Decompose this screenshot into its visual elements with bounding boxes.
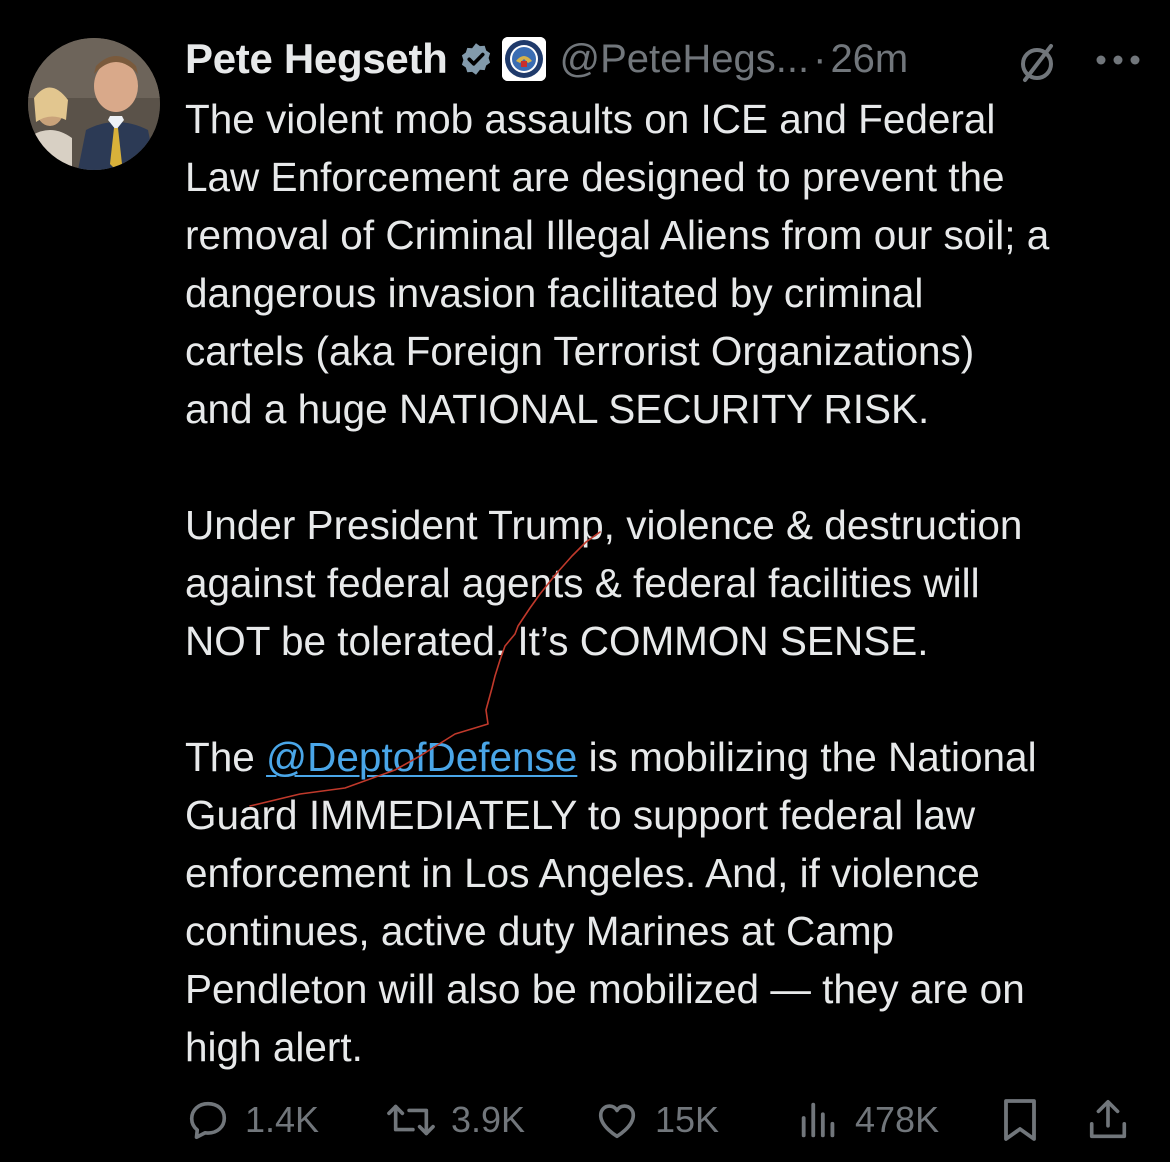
share-button[interactable] xyxy=(1085,1090,1131,1150)
post-line: and a huge NATIONAL SECURITY RISK. xyxy=(185,386,930,432)
views-icon xyxy=(797,1097,841,1143)
reply-icon xyxy=(185,1097,231,1143)
repost-count: 3.9K xyxy=(451,1099,526,1140)
bookmark-button[interactable] xyxy=(1000,1090,1040,1150)
post-line: removal of Criminal Illegal Aliens from … xyxy=(185,212,1050,258)
avatar[interactable] xyxy=(28,38,160,170)
post-line: Law Enforcement are designed to prevent … xyxy=(185,154,1005,200)
mention-link[interactable]: @DeptofDefense xyxy=(266,734,577,780)
separator: · xyxy=(813,36,827,81)
views-button[interactable]: 478K xyxy=(797,1090,939,1150)
action-bar: 1.4K 3.9K 15K 478K xyxy=(185,1090,1145,1150)
reply-count: 1.4K xyxy=(245,1099,320,1140)
post-text: The violent mob assaults on ICE and Fede… xyxy=(185,90,1160,1076)
post-line: The @DeptofDefense is mobilizing the Nat… xyxy=(185,728,1160,786)
like-button[interactable]: 15K xyxy=(593,1090,719,1150)
verified-badge-icon[interactable] xyxy=(458,41,494,77)
display-name[interactable]: Pete Hegseth xyxy=(185,35,448,83)
bookmark-icon xyxy=(1000,1096,1040,1144)
reply-button[interactable]: 1.4K xyxy=(185,1090,319,1150)
like-count: 15K xyxy=(655,1099,720,1140)
grok-icon[interactable] xyxy=(1015,40,1059,84)
post-line: high alert. xyxy=(185,1024,363,1070)
post-line: The violent mob assaults on ICE and Fede… xyxy=(185,96,996,142)
post-line: NOT be tolerated. It’s COMMON SENSE. xyxy=(185,618,929,664)
post-line: against federal agents & federal facilit… xyxy=(185,560,980,606)
heart-icon xyxy=(593,1097,641,1143)
repost-icon xyxy=(385,1097,437,1143)
views-count: 478K xyxy=(855,1099,940,1140)
mention-suffix: is mobilizing the National xyxy=(577,734,1037,780)
dod-seal-icon[interactable] xyxy=(501,37,546,81)
timestamp[interactable]: 26m xyxy=(830,37,908,82)
post-line: dangerous invasion facilitated by crimin… xyxy=(185,270,924,316)
post-line: Guard IMMEDIATELY to support federal law xyxy=(185,792,976,838)
repost-button[interactable]: 3.9K xyxy=(385,1090,525,1150)
post-line: continues, active duty Marines at Camp xyxy=(185,908,895,954)
share-icon xyxy=(1085,1096,1131,1144)
mention-prefix: The xyxy=(185,734,267,780)
post-header: Pete Hegseth @PeteHegs... · 26m xyxy=(185,28,1145,90)
post-line: Under President Trump, violence & destru… xyxy=(185,502,1023,548)
post-line: cartels (aka Foreign Terrorist Organizat… xyxy=(185,328,975,374)
handle[interactable]: @PeteHegs... xyxy=(560,37,810,82)
post-line: Pendleton will also be mobilized — they … xyxy=(185,966,1025,1012)
post-line: enforcement in Los Angeles. And, if viol… xyxy=(185,850,980,896)
tweet: Pete Hegseth @PeteHegs... · 26m The viol… xyxy=(0,0,1170,1162)
more-icon[interactable] xyxy=(1093,42,1143,78)
